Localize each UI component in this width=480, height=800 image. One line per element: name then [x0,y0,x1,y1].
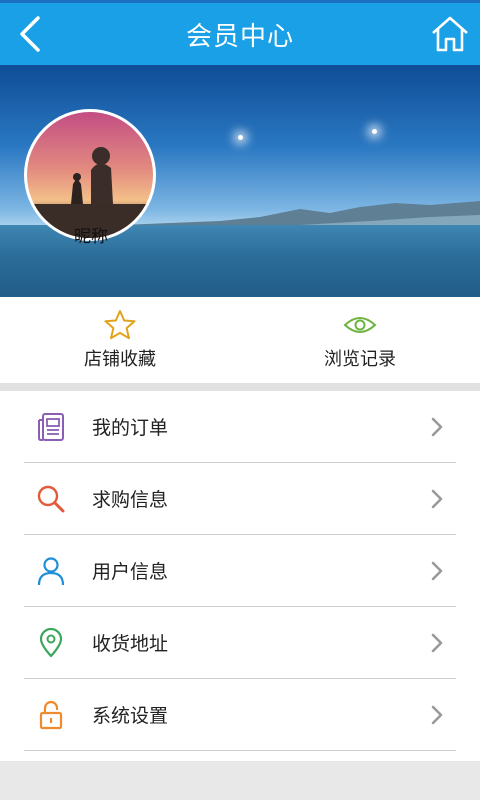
chevron-right-icon [431,561,443,580]
menu-item-label: 求购信息 [92,489,169,511]
header-bar: 会员中心 [0,3,480,65]
banner-light [372,129,377,134]
menu-item-user-info[interactable]: 用户信息 [24,535,456,607]
menu-item-system-settings[interactable]: 系统设置 [24,679,456,751]
bottom-spacer [0,761,480,800]
menu-item-purchase-requests[interactable]: 求购信息 [24,463,456,535]
search-icon [37,485,65,512]
location-pin-icon [39,627,63,657]
store-favorites-button[interactable]: 店铺收藏 [0,297,240,383]
browse-history-label: 浏览记录 [324,349,396,370]
section-divider [0,383,480,391]
lock-icon [39,700,63,729]
menu-item-my-orders[interactable]: 我的订单 [24,391,456,463]
chevron-right-icon [431,489,443,508]
store-favorites-label: 店铺收藏 [84,349,156,370]
home-icon[interactable] [430,13,470,55]
quick-actions: 店铺收藏 浏览记录 [0,297,480,383]
eye-icon [343,317,377,333]
chevron-right-icon [431,633,443,652]
chevron-right-icon [431,417,443,436]
menu-item-label: 系统设置 [92,705,169,727]
browse-history-button[interactable]: 浏览记录 [240,297,480,383]
banner-light [238,135,243,140]
star-icon [104,310,136,340]
menu-item-label: 我的订单 [92,417,169,439]
page-title: 会员中心 [185,21,294,52]
menu-list: 我的订单 求购信息 用户信息 收货地址 系统设置 [0,391,480,761]
chevron-left-icon[interactable] [14,14,48,54]
nickname[interactable]: 昵称 [56,222,126,247]
menu-item-label: 收货地址 [92,633,169,655]
menu-item-label: 用户信息 [92,561,169,583]
user-icon [37,556,65,585]
order-list-icon [38,412,64,441]
menu-item-shipping-address[interactable]: 收货地址 [24,607,456,679]
chevron-right-icon [431,705,443,724]
